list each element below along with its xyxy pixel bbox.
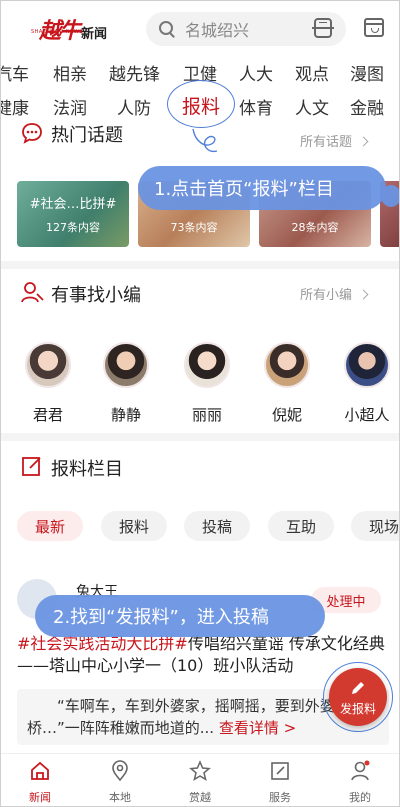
search-icon (159, 21, 175, 37)
channel-tab[interactable]: 观点 (295, 60, 329, 85)
editor-item[interactable]: 倪妮 (255, 342, 319, 425)
star-icon (189, 760, 211, 781)
store-icon[interactable] (364, 18, 384, 37)
all-editors-link[interactable]: 所有小编 (300, 284, 369, 303)
submit-report-button[interactable]: 发报料 (329, 668, 387, 726)
tip-bubble-tail (381, 185, 399, 207)
nav-label: 赏越 (189, 791, 211, 804)
submit-report-label: 发报料 (339, 701, 376, 716)
channel-tab[interactable]: 健康 (1, 94, 29, 119)
chevron-right-icon (358, 136, 369, 147)
person-icon (21, 282, 44, 303)
scan-icon[interactable] (312, 18, 334, 38)
channel-tab[interactable]: 相亲 (53, 60, 87, 85)
channel-tab[interactable]: 人文 (295, 94, 329, 119)
tab-mutual-aid[interactable]: 互助 (268, 511, 334, 541)
all-topics-label: 所有话题 (300, 135, 353, 150)
topic-card[interactable]: #社会…比拼# 127条内容 (17, 181, 129, 247)
app-header: 越牛 新闻 SHAO XING NEWS 名城绍兴 (1, 1, 399, 57)
channel-tab[interactable]: 人大 (239, 60, 273, 85)
pen-icon (352, 681, 364, 694)
location-pin-icon (112, 760, 128, 782)
services-icon (271, 762, 289, 780)
view-details-link[interactable]: 查看详情 > (219, 719, 296, 737)
tab-latest[interactable]: 最新 (17, 511, 83, 541)
editor-item[interactable]: 君君 (16, 342, 80, 425)
avatar (344, 342, 390, 388)
nav-label: 新闻 (29, 791, 51, 804)
section-divider (1, 261, 399, 269)
logo-sub-text: SHAO XING NEWS (31, 29, 83, 35)
post-quote-text: “车啊车，车到外婆家，摇啊摇，要到外婆桥…”一阵阵稚嫩而地道的... 查看详情 … (27, 695, 367, 739)
tip-step2-text: 2.找到“发报料”，进入投稿 (53, 607, 269, 628)
tip-bubble-step2: 2.找到“发报料”，进入投稿 (35, 595, 325, 637)
avatar (184, 342, 230, 388)
channel-tab[interactable]: 越先锋 (109, 60, 160, 85)
nav-local[interactable]: 本地 (90, 760, 150, 805)
logo-news-text: 新闻 (81, 27, 108, 42)
all-topics-link[interactable]: 所有话题 (300, 131, 369, 150)
nav-label: 本地 (109, 791, 131, 804)
topic-card-count: 73条内容 (170, 221, 218, 234)
app-screen: 越牛 新闻 SHAO XING NEWS 名城绍兴 汽车 相亲 越先锋 卫健 人… (0, 0, 400, 807)
editors-title: 有事找小编 (51, 285, 141, 306)
channel-tab[interactable]: 人防 (117, 94, 151, 119)
edit-icon (22, 457, 41, 476)
topic-card-label: #社会…比拼# (29, 197, 117, 212)
search-placeholder: 名城绍兴 (185, 21, 250, 40)
nav-news[interactable]: 新闻 (10, 760, 70, 805)
avatar (103, 342, 149, 388)
editor-name: 倪妮 (271, 406, 302, 424)
editor-name: 丽丽 (191, 406, 222, 424)
nav-profile[interactable]: 我的 (330, 760, 390, 805)
editor-item[interactable]: 静静 (94, 342, 158, 425)
tab-baoliao[interactable]: 报料 (101, 511, 167, 541)
editor-name: 君君 (32, 406, 63, 424)
report-section-title: 报料栏目 (51, 459, 123, 480)
nav-label: 我的 (349, 791, 371, 804)
channel-tab[interactable]: 体育 (239, 94, 273, 119)
home-icon (31, 761, 49, 780)
editor-name: 静静 (110, 406, 141, 424)
tab-submission[interactable]: 投稿 (184, 511, 250, 541)
channel-tab[interactable]: 汽车 (1, 60, 29, 85)
avatar (264, 342, 310, 388)
user-icon (351, 760, 370, 781)
highlight-circle (167, 80, 235, 128)
tip-bubble-step1: 1.点击首页“报料”栏目 (138, 166, 386, 210)
tip-step1-text: 1.点击首页“报料”栏目 (154, 179, 334, 200)
editor-name: 小超人 (344, 406, 390, 424)
bottom-nav: 新闻 本地 赏越 服务 我的 (1, 753, 399, 806)
hot-topics-title: 热门话题 (51, 125, 123, 146)
editor-item[interactable]: 丽丽 (175, 342, 239, 425)
channel-tab[interactable]: 金融 (350, 94, 384, 119)
topic-card-count: 28条内容 (291, 221, 339, 234)
channel-tab[interactable]: 漫图 (350, 60, 384, 85)
curl-arrow-icon (192, 128, 218, 153)
nav-explore[interactable]: 赏越 (170, 760, 230, 805)
channel-tab[interactable]: 法润 (53, 94, 87, 119)
all-editors-label: 所有小编 (300, 288, 353, 303)
avatar (25, 342, 71, 388)
topic-card-count: 127条内容 (46, 221, 100, 234)
section-divider (1, 433, 399, 441)
chevron-right-icon (358, 289, 369, 300)
chat-bubble-icon (22, 123, 42, 144)
tab-on-site[interactable]: 现场 (351, 511, 399, 541)
editor-item[interactable]: 小超人 (335, 342, 399, 425)
nav-label: 服务 (269, 791, 291, 804)
nav-services[interactable]: 服务 (250, 760, 310, 805)
